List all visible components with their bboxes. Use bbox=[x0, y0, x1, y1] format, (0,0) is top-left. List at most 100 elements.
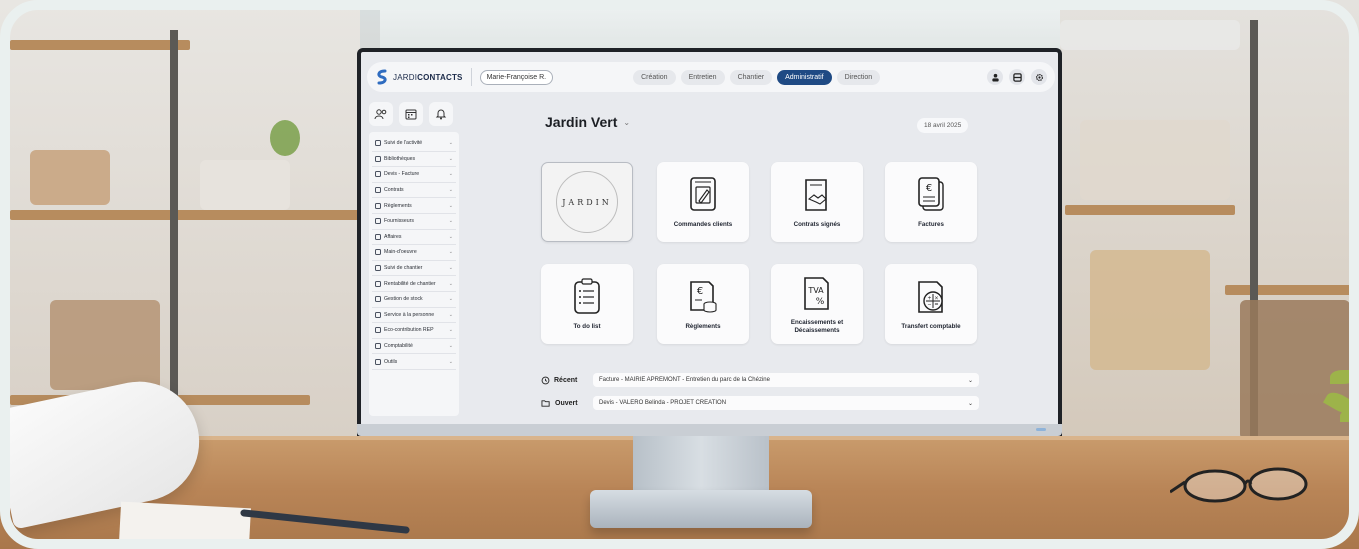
sidebar-menu: Suivi de l'activité ⌄ Bibliothèques ⌄ Devi… bbox=[369, 132, 459, 416]
svg-text:€: € bbox=[697, 286, 703, 297]
header-actions bbox=[987, 69, 1047, 85]
opened-label: Ouvert bbox=[541, 399, 587, 408]
svg-text:TVA: TVA bbox=[807, 286, 824, 295]
sidebar-item-label: Affaires bbox=[384, 233, 402, 240]
sidebar-item-affaires[interactable]: Affaires ⌄ bbox=[372, 230, 456, 246]
tile-label: Règlements bbox=[685, 323, 721, 331]
chevron-down-icon: ⌄ bbox=[448, 343, 453, 350]
svg-text:%: % bbox=[816, 297, 825, 307]
contacts-icon bbox=[374, 109, 387, 120]
svg-text:−: − bbox=[927, 302, 931, 308]
tile-factures[interactable]: € Factures bbox=[885, 162, 977, 242]
calculator-icon: + × − = bbox=[918, 281, 943, 313]
sidebar-item-reglements[interactable]: Règlements ⌄ bbox=[372, 198, 456, 214]
sidebar-item-label: Contrats bbox=[384, 187, 404, 194]
library-icon bbox=[375, 155, 381, 162]
branch-selector[interactable]: Jardin Vert ⌄ bbox=[545, 114, 630, 130]
opened-dropdown[interactable]: Devis - VALERO Belinda - PROJET CREATION… bbox=[593, 396, 979, 410]
tile-commandes-clients[interactable]: Commandes clients bbox=[657, 162, 749, 242]
accounting-icon bbox=[375, 343, 381, 350]
sidebar-item-label: Règlements bbox=[384, 202, 412, 209]
tab-chantier[interactable]: Chantier bbox=[729, 69, 773, 85]
tile-transfert-comptable[interactable]: + × − = Transfert comptable bbox=[885, 264, 977, 344]
company-logo-tile: JARDIN bbox=[541, 162, 633, 242]
user-selector[interactable]: Marie-Françoise R. bbox=[479, 69, 554, 85]
svg-text:=: = bbox=[934, 302, 938, 308]
truck-icon bbox=[375, 218, 381, 225]
chevron-down-icon: ⌄ bbox=[967, 377, 973, 384]
euro-coins-icon: € bbox=[690, 281, 717, 313]
sidebar-item-comptabilite[interactable]: Comptabilité ⌄ bbox=[372, 339, 456, 355]
user-icon[interactable] bbox=[987, 69, 1003, 85]
history-icon bbox=[541, 376, 550, 384]
monitor-chin bbox=[357, 424, 1062, 436]
chevron-down-icon: ⌄ bbox=[448, 280, 453, 287]
contacts-button[interactable] bbox=[369, 102, 393, 126]
app-header: JARDICONTACTS Marie-Françoise R. Créatio… bbox=[367, 62, 1055, 92]
tab-administratif[interactable]: Administratif bbox=[777, 69, 832, 85]
recent-dropdown[interactable]: Facture - MAIRIE APREMONT - Entretien du… bbox=[593, 373, 979, 387]
sidebar-item-label: Devis - Facture bbox=[384, 171, 420, 178]
sidebar-item-main-oeuvre[interactable]: Main-d'oeuvre ⌄ bbox=[372, 245, 456, 261]
sidebar-item-label: Gestion de stock bbox=[384, 296, 423, 303]
svg-text:+: + bbox=[927, 296, 931, 302]
sidebar-item-devis-facture[interactable]: Devis - Facture ⌄ bbox=[372, 167, 456, 183]
brand-suffix: CONTACTS bbox=[417, 72, 463, 82]
jardin-logo: JARDIN bbox=[556, 171, 618, 233]
glasses-icon bbox=[1170, 467, 1308, 503]
site-icon bbox=[375, 265, 381, 272]
sidebar-item-fournisseurs[interactable]: Fournisseurs ⌄ bbox=[372, 214, 456, 230]
sidebar-item-rentabilite[interactable]: Rentabilité de chantier ⌄ bbox=[372, 276, 456, 292]
chevron-down-icon: ⌄ bbox=[967, 400, 973, 407]
tile-reglements[interactable]: € Règlements bbox=[657, 264, 749, 344]
tab-creation[interactable]: Création bbox=[633, 69, 676, 85]
sidebar-item-service-personne[interactable]: Service à la personne ⌄ bbox=[372, 308, 456, 324]
svg-text:€: € bbox=[926, 183, 932, 194]
display-icon[interactable] bbox=[1009, 69, 1025, 85]
euro-invoice-icon: € bbox=[918, 177, 944, 211]
chevron-down-icon: ⌄ bbox=[448, 296, 453, 303]
chevron-down-icon: ⌄ bbox=[448, 155, 453, 162]
sidebar-item-bibliotheques[interactable]: Bibliothèques ⌄ bbox=[372, 152, 456, 168]
tile-contrats-signes[interactable]: Contrats signés bbox=[771, 162, 863, 242]
notifications-button[interactable] bbox=[429, 102, 453, 126]
chevron-down-icon: ⌄ bbox=[448, 327, 453, 334]
bell-icon bbox=[435, 109, 447, 120]
svg-text:×: × bbox=[934, 296, 938, 302]
calendar-button[interactable] bbox=[399, 102, 423, 126]
sidebar-item-label: Suivi de l'activité bbox=[384, 140, 423, 147]
chevron-down-icon: ⌄ bbox=[448, 171, 453, 178]
sidebar-item-suivi-activite[interactable]: Suivi de l'activité ⌄ bbox=[372, 136, 456, 152]
sidebar-item-eco-contribution[interactable]: Éco-contribution REP ⌄ bbox=[372, 323, 456, 339]
recent-label: Récent bbox=[541, 376, 587, 385]
paper-sheet bbox=[119, 501, 251, 549]
tab-entretien[interactable]: Entretien bbox=[680, 69, 725, 85]
background-jar bbox=[200, 160, 290, 210]
tile-label: Commandes clients bbox=[673, 221, 733, 229]
opened-label-text: Ouvert bbox=[555, 399, 578, 407]
service-icon bbox=[375, 311, 381, 318]
logo-word: JARDIN bbox=[562, 197, 612, 207]
tile-encaissements-decaissements[interactable]: TVA % Encaissements et Décaissements bbox=[771, 264, 863, 344]
brand-name: JARDICONTACTS bbox=[393, 73, 463, 82]
plant-leaf bbox=[1330, 370, 1356, 384]
date-badge: 18 avril 2025 bbox=[917, 118, 969, 133]
settings-icon[interactable] bbox=[1031, 69, 1047, 85]
chevron-down-icon: ⌄ bbox=[448, 311, 453, 318]
sidebar-item-gestion-stock[interactable]: Gestion de stock ⌄ bbox=[372, 292, 456, 308]
recent-row: Récent Facture - MAIRIE APREMONT - Entre… bbox=[541, 373, 979, 387]
background-jars bbox=[1060, 20, 1240, 50]
sidebar-item-label: Main-d'oeuvre bbox=[384, 249, 417, 256]
tab-direction[interactable]: Direction bbox=[836, 69, 881, 85]
tile-label: Transfert comptable bbox=[901, 323, 961, 331]
app-logo: JARDICONTACTS bbox=[375, 69, 463, 85]
chevron-down-icon: ⌄ bbox=[448, 140, 453, 147]
plant-leaf bbox=[1340, 410, 1359, 422]
background-box bbox=[1080, 120, 1230, 200]
sidebar-item-suivi-chantier[interactable]: Suivi de chantier ⌄ bbox=[372, 261, 456, 277]
open-folder-icon bbox=[541, 399, 550, 407]
power-led bbox=[1036, 428, 1046, 431]
sidebar-item-outils[interactable]: Outils ⌄ bbox=[372, 354, 456, 370]
tile-to-do-list[interactable]: To do list bbox=[541, 264, 633, 344]
sidebar-item-contrats[interactable]: Contrats ⌄ bbox=[372, 183, 456, 199]
